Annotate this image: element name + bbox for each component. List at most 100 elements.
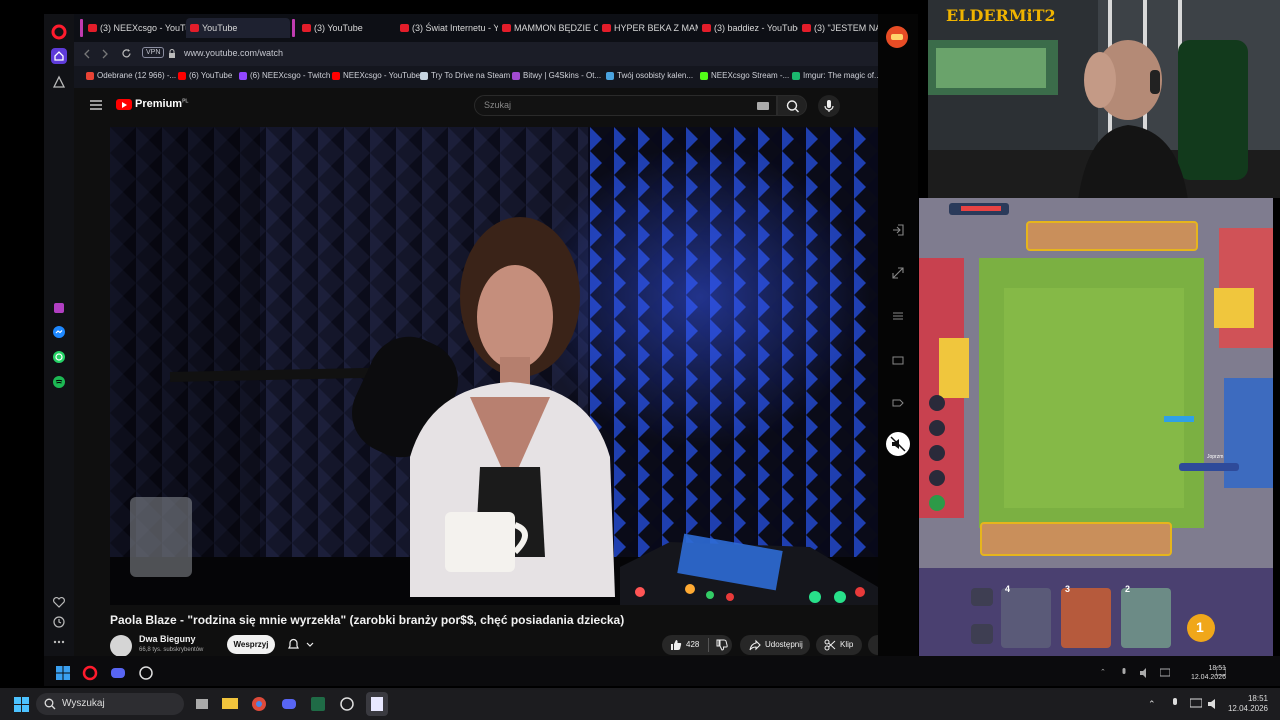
login-icon[interactable] — [892, 224, 904, 236]
windows-search-input[interactable]: Wyszukaj — [36, 693, 184, 715]
chrome-icon[interactable] — [251, 696, 267, 712]
bookmark-label: (6) YouTube — [189, 71, 233, 80]
bookmark-item[interactable]: NEEXcsgo Stream -... — [700, 70, 789, 82]
bookmark-item[interactable]: NEEXcsgo - YouTube — [332, 70, 420, 82]
spotify-icon[interactable] — [51, 374, 67, 390]
logo-region: PL — [182, 98, 189, 105]
forward-icon[interactable] — [100, 48, 110, 60]
opera-taskbar-icon[interactable] — [82, 665, 98, 681]
tab-label: YouTube — [202, 23, 238, 33]
bookmark-item[interactable]: Bitwy | G4Skins - Ot... — [512, 70, 601, 82]
channel-avatar[interactable] — [110, 635, 132, 657]
bookmark-item[interactable]: Twój osobisty kalen... — [606, 70, 693, 82]
tray-chevron-icon[interactable]: ⌃ — [1100, 668, 1106, 676]
channel-name[interactable]: Dwa Bieguny — [139, 634, 196, 644]
taskbar-clock[interactable]: 18:51 12.04.2026 — [1212, 694, 1268, 714]
mic-icon[interactable] — [1120, 668, 1128, 678]
youtube-icon — [332, 72, 340, 80]
youtube-logo[interactable]: PremiumPL — [116, 98, 188, 110]
taskbar-date: 12.04.2026 — [1227, 704, 1268, 713]
tab-label: (3) YouTube — [314, 23, 363, 33]
tab-group-marker — [292, 19, 295, 37]
tab-label: (3) NEEXcsgo - YouTube — [100, 23, 190, 33]
tab-active[interactable]: YouTube — [186, 18, 290, 38]
display-icon[interactable] — [1190, 698, 1202, 710]
whatsapp-icon[interactable] — [51, 349, 67, 365]
bookmark-label: Imgur: The magic of... — [803, 71, 881, 80]
file-explorer-icon[interactable] — [222, 696, 238, 710]
bookmark-item[interactable]: (6) YouTube — [178, 70, 232, 82]
dislike-icon[interactable] — [716, 639, 728, 651]
opera-logo-icon[interactable] — [51, 24, 67, 40]
support-button[interactable]: Wesprzyj — [227, 635, 275, 654]
clip-button[interactable]: Klip — [816, 635, 862, 655]
bookmark-label: NEEXcsgo Stream -... — [711, 71, 790, 80]
tab-label: MAMMON BĘDZIE OJCE — [514, 23, 598, 33]
mute-button[interactable] — [886, 432, 910, 456]
tab[interactable]: (3) YouTube — [298, 18, 398, 38]
bookmark-item[interactable]: Imgur: The magic of... — [792, 70, 881, 82]
tray-chevron-icon[interactable]: ⌃ — [1148, 699, 1156, 710]
extension-avatar-icon[interactable] — [886, 26, 908, 48]
speed-dial-icon[interactable] — [51, 74, 67, 90]
tab[interactable]: (3) Świat Internetu - You — [396, 18, 498, 38]
volume-icon[interactable] — [1140, 668, 1150, 678]
app-taskbar-icon[interactable] — [138, 665, 154, 681]
deck-button[interactable] — [971, 624, 993, 644]
like-icon[interactable] — [670, 639, 682, 651]
twitch-icon — [239, 72, 247, 80]
history-icon[interactable] — [51, 614, 67, 630]
settings-sliders-icon[interactable] — [892, 310, 904, 322]
tab[interactable]: (3) baddiez - YouTube — [698, 18, 798, 38]
heart-icon[interactable] — [51, 594, 67, 610]
display-icon[interactable] — [1160, 668, 1170, 678]
bookmark-item[interactable]: Odebrane (12 966) -... — [86, 70, 176, 82]
task-view-icon[interactable] — [195, 697, 209, 711]
inner-taskbar-tray: ⌃ 18:51 12.04.2026 — [920, 656, 1280, 686]
mic-icon[interactable] — [1170, 698, 1180, 710]
search-button[interactable] — [777, 95, 807, 116]
discord-taskbar-icon[interactable] — [110, 665, 126, 681]
url-field[interactable]: VPN www.youtube.com/watch — [138, 45, 558, 63]
chat-button[interactable] — [971, 588, 993, 606]
streaming-app-icon[interactable] — [366, 692, 388, 716]
share-button[interactable]: Udostępnij — [740, 635, 810, 655]
keyboard-icon[interactable] — [892, 354, 904, 366]
bookmark-label: Twój osobisty kalen... — [617, 71, 694, 80]
voice-search-button[interactable] — [818, 95, 840, 117]
video-player[interactable] — [110, 127, 878, 605]
obs-icon[interactable] — [339, 696, 355, 712]
search-input[interactable]: Szukaj — [474, 95, 777, 116]
steam-icon — [420, 72, 428, 80]
bookmark-item[interactable]: (6) NEEXcsgo - Twitch — [239, 70, 330, 82]
tab[interactable]: HYPER BEKA Z MAMMO — [598, 18, 698, 38]
expand-icon[interactable] — [892, 267, 904, 279]
reload-icon[interactable] — [121, 48, 132, 59]
webcam-frame — [928, 0, 1280, 198]
notifications-button[interactable] — [282, 635, 320, 654]
url-text: www.youtube.com/watch — [184, 48, 284, 58]
search-icon — [44, 698, 56, 710]
back-icon[interactable] — [82, 48, 92, 60]
home-icon[interactable] — [51, 48, 67, 64]
label-icon[interactable] — [892, 397, 904, 409]
notification-icon[interactable] — [1216, 667, 1226, 677]
menu-icon[interactable] — [90, 100, 102, 110]
tab-label: (3) "JESTEM NAJLE — [814, 23, 878, 33]
browser-side-panel — [878, 14, 918, 656]
windows-start-icon[interactable] — [56, 666, 70, 680]
bookmark-item[interactable]: Try To Drive na Steam — [420, 70, 510, 82]
g4skins-icon — [512, 72, 520, 80]
kick-icon — [700, 72, 708, 80]
tab[interactable]: MAMMON BĘDZIE OJCE — [498, 18, 598, 38]
tab[interactable]: (3) "JESTEM NAJLE — [798, 18, 878, 38]
excel-icon[interactable] — [310, 696, 326, 712]
tab[interactable]: (3) NEEXcsgo - YouTube — [84, 18, 190, 38]
more-icon[interactable] — [51, 634, 67, 650]
messenger-icon[interactable] — [51, 324, 67, 340]
windows-start-icon[interactable] — [14, 697, 29, 712]
discord-icon[interactable] — [281, 696, 297, 712]
vpn-badge[interactable]: VPN — [142, 47, 165, 58]
gaming-icon[interactable] — [51, 300, 67, 316]
keyboard-icon[interactable] — [757, 102, 769, 110]
